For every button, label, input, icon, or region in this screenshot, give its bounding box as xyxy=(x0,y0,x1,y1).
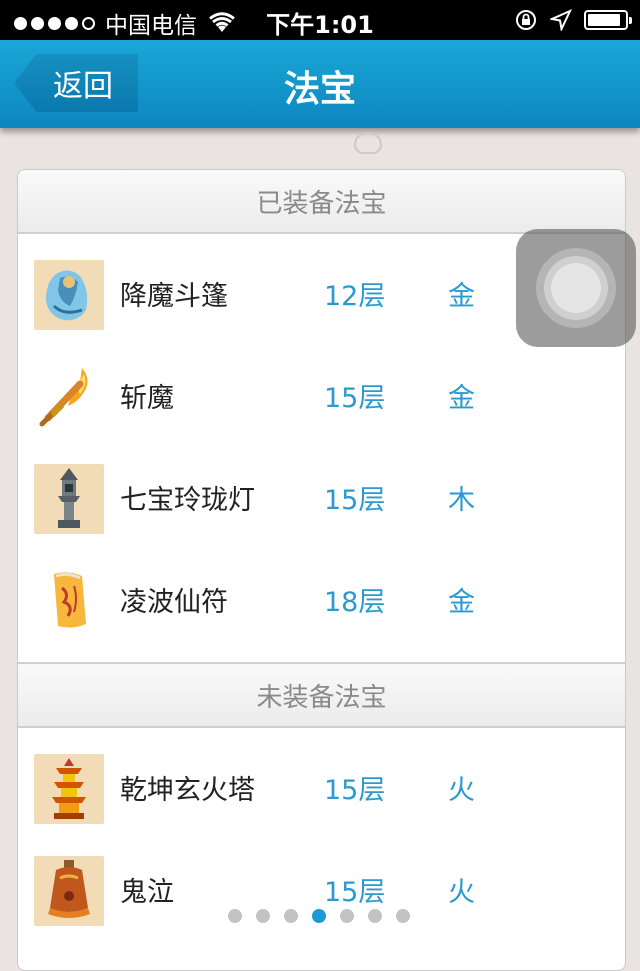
unequipped-list: 乾坤玄火塔 15层 火 鬼泣 15层 火 xyxy=(18,728,625,958)
item-element: 金 xyxy=(448,281,475,312)
page-dot[interactable] xyxy=(312,909,326,923)
item-layer: 15层 xyxy=(324,485,386,516)
navigation-bar: 返回 法宝 xyxy=(0,40,640,128)
item-name: 乾坤玄火塔 xyxy=(120,775,255,806)
page-title: 法宝 xyxy=(283,69,356,110)
pull-refresh-icon xyxy=(354,132,382,154)
item-element: 火 xyxy=(448,775,475,806)
pagoda-icon xyxy=(34,754,104,824)
item-element: 火 xyxy=(448,877,475,908)
list-item[interactable]: 鬼泣 15层 火 xyxy=(18,856,625,958)
cloak-icon xyxy=(34,260,104,330)
assistive-touch-button[interactable] xyxy=(516,229,636,347)
bell-icon xyxy=(34,856,104,926)
talisman-icon xyxy=(34,566,104,636)
status-bar: 中国电信 下午1:01 xyxy=(0,0,640,40)
item-layer: 18层 xyxy=(324,587,386,618)
item-layer: 15层 xyxy=(324,383,386,414)
item-name: 鬼泣 xyxy=(120,877,174,908)
page-dot[interactable] xyxy=(256,909,270,923)
section-header-unequipped: 未装备法宝 xyxy=(18,662,625,728)
battery-level xyxy=(588,14,621,26)
list-item[interactable]: 斩魔 15层 金 xyxy=(18,362,625,464)
location-arrow-icon xyxy=(550,9,572,31)
item-layer: 12层 xyxy=(324,281,386,312)
item-element: 金 xyxy=(448,383,475,414)
list-item[interactable]: 乾坤玄火塔 15层 火 xyxy=(18,754,625,856)
page-dot[interactable] xyxy=(340,909,354,923)
flaming-sword-icon xyxy=(34,362,104,432)
page-dot[interactable] xyxy=(284,909,298,923)
battery-icon xyxy=(584,10,632,30)
page-dot[interactable] xyxy=(228,909,242,923)
item-name: 降魔斗篷 xyxy=(120,281,228,312)
item-name: 斩魔 xyxy=(120,383,174,414)
rotation-lock-icon xyxy=(516,10,536,30)
section-header-equipped: 已装备法宝 xyxy=(18,170,625,234)
item-name: 七宝玲珑灯 xyxy=(120,485,255,516)
stone-lantern-icon xyxy=(34,464,104,534)
item-layer: 15层 xyxy=(324,775,386,806)
page-dot[interactable] xyxy=(368,909,382,923)
list-item[interactable]: 凌波仙符 18层 金 xyxy=(18,566,625,662)
item-name: 凌波仙符 xyxy=(120,587,228,618)
list-item[interactable]: 七宝玲珑灯 15层 木 xyxy=(18,464,625,566)
assistive-ring xyxy=(551,263,601,313)
page-indicator[interactable] xyxy=(228,909,410,923)
page-dot[interactable] xyxy=(396,909,410,923)
item-element: 木 xyxy=(448,485,475,516)
item-layer: 15层 xyxy=(324,877,386,908)
item-element: 金 xyxy=(448,587,475,618)
